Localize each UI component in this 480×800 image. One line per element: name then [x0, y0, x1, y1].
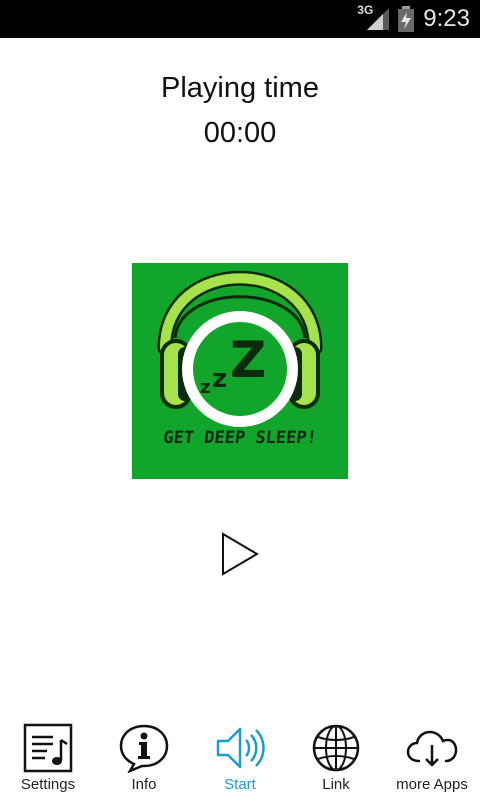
nav-settings-label: Settings [20, 776, 76, 793]
artwork-letter-2: z [212, 364, 227, 394]
nav-settings[interactable]: Settings [0, 715, 96, 800]
cloud-download-icon [406, 730, 458, 767]
artwork-letter-1: z [200, 377, 210, 398]
play-icon [222, 532, 259, 576]
album-artwork: z z Z GET DEEP SLEEP! [132, 263, 348, 479]
nav-start-label: Start [224, 776, 256, 793]
bottom-nav: Settings Info Start Link more Apps [0, 715, 480, 800]
nav-more-apps-label: more Apps [396, 776, 468, 793]
info-bubble-icon [119, 724, 169, 773]
nav-info[interactable]: Info [96, 715, 192, 800]
nav-info-label: Info [131, 776, 157, 793]
settings-list-icon [23, 723, 73, 773]
network-type: 3G [357, 3, 374, 17]
status-clock: 9:23 [423, 5, 470, 32]
artwork-letter-3: Z [230, 331, 266, 389]
playing-time-title: Playing time [161, 72, 319, 104]
status-icons: 3G 9:23 [357, 0, 470, 38]
play-button[interactable] [219, 531, 261, 577]
globe-icon [312, 724, 360, 772]
nav-more-apps[interactable]: more Apps [384, 715, 480, 800]
nav-link-label: Link [322, 776, 350, 793]
nav-link[interactable]: Link [288, 715, 384, 800]
speaker-icon [216, 727, 265, 769]
battery-charging-icon [398, 6, 415, 32]
playing-time-value: 00:00 [203, 117, 277, 149]
status-bar: 3G 9:23 [0, 0, 480, 38]
nav-start[interactable]: Start [192, 715, 288, 800]
artwork-caption: GET DEEP SLEEP! [162, 428, 318, 448]
